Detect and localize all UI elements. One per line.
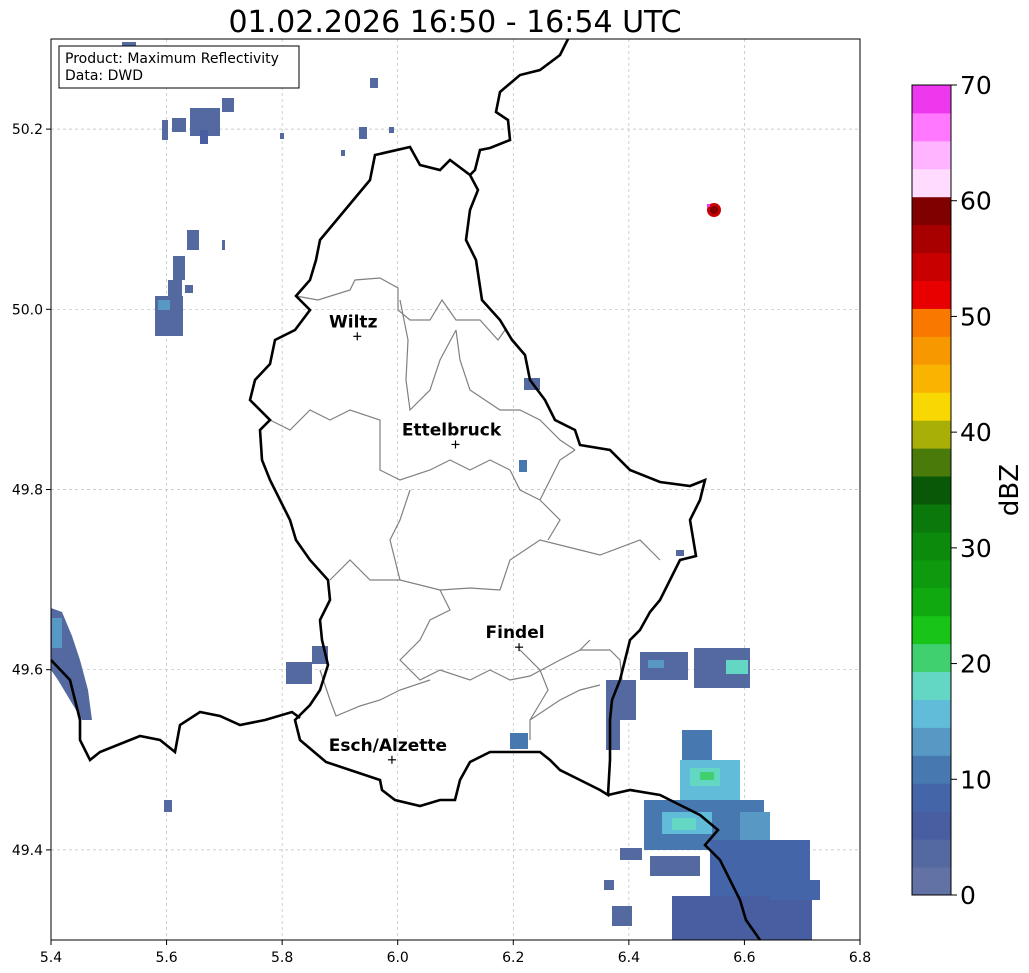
x-axis-ticks: 5.4 5.6 5.8 6.0 6.2 6.4 6.6 6.8 <box>40 940 871 966</box>
x-tick-label: 6.0 <box>387 950 409 966</box>
colorbar-segment <box>912 699 951 728</box>
x-tick-label: 6.2 <box>502 950 524 966</box>
colorbar-segment <box>912 783 951 812</box>
colorbar-segment <box>912 503 951 533</box>
colorbar-segment <box>912 476 951 505</box>
y-tick-label: 49.4 <box>12 843 43 859</box>
colorbar-segment <box>912 336 951 365</box>
x-tick-label: 5.4 <box>40 950 62 966</box>
info-product-label: Product: Maximum Reflectivity <box>65 51 279 67</box>
colorbar-segment <box>912 140 951 170</box>
x-tick-label: 6.4 <box>618 950 640 966</box>
colorbar-segment <box>912 112 951 142</box>
city-label: Findel <box>486 623 545 643</box>
colorbar-segment <box>912 252 951 282</box>
colorbar-tick-label: 30 <box>960 534 992 563</box>
colorbar-segment <box>912 811 951 840</box>
x-tick-label: 6.8 <box>849 950 871 966</box>
colorbar-tick-label: 60 <box>960 187 992 216</box>
colorbar: 0 10 20 30 40 50 60 70 dBZ <box>911 71 1025 910</box>
city-label: Esch/Alzette <box>329 736 447 756</box>
colorbar-segment <box>912 420 951 449</box>
y-tick-label: 49.6 <box>12 663 43 679</box>
colorbar-segment <box>912 839 951 868</box>
colorbar-segment <box>912 755 951 784</box>
colorbar-tick-label: 40 <box>960 418 992 447</box>
colorbar-segment <box>912 85 951 114</box>
colorbar-tick-label: 70 <box>960 71 992 100</box>
colorbar-segment <box>912 448 951 477</box>
colorbar-segment <box>912 280 951 309</box>
y-tick-label: 50.0 <box>12 302 43 318</box>
colorbar-segment <box>912 392 951 421</box>
map-title: 01.02.2026 16:50 - 16:54 UTC <box>228 5 681 40</box>
colorbar-segment <box>912 671 951 700</box>
colorbar-segment <box>912 531 951 561</box>
colorbar-segment <box>912 196 951 226</box>
colorbar-segment <box>912 727 951 756</box>
info-box: Product: Maximum Reflectivity Data: DWD <box>58 45 300 89</box>
colorbar-segment <box>912 224 951 254</box>
x-tick-label: 5.6 <box>155 950 177 966</box>
y-axis-ticks: 49.4 49.6 49.8 50.0 50.2 <box>12 122 51 859</box>
colorbar-segment <box>912 308 951 337</box>
x-tick-label: 5.8 <box>271 950 293 966</box>
colorbar-segment <box>912 559 951 589</box>
x-tick-label: 6.6 <box>733 950 755 966</box>
y-tick-label: 49.8 <box>12 483 43 499</box>
city-label: Ettelbruck <box>402 420 502 440</box>
colorbar-tick-label: 10 <box>960 765 992 794</box>
colorbar-tick-label: 20 <box>960 650 992 679</box>
colorbar-segment <box>912 643 951 673</box>
y-tick-label: 50.2 <box>12 122 43 138</box>
colorbar-segment <box>912 168 951 198</box>
colorbar-tick-label: 50 <box>960 302 992 331</box>
colorbar-segment <box>912 364 951 393</box>
colorbar-segment <box>912 587 951 617</box>
radar-map-figure: 01.02.2026 16:50 - 16:54 UTC WiltzEttelb… <box>12 5 1025 966</box>
colorbar-segment <box>912 615 951 645</box>
map-plot-area: Wiltz Ettelbruck Findel Esch/Alzette Produc… <box>50 38 861 941</box>
colorbar-segment <box>912 867 951 896</box>
colorbar-label: dBZ <box>995 464 1025 516</box>
colorbar-tick-label: 0 <box>960 881 976 910</box>
info-source-label: Data: DWD <box>65 68 143 84</box>
city-label: Wiltz <box>329 312 378 332</box>
